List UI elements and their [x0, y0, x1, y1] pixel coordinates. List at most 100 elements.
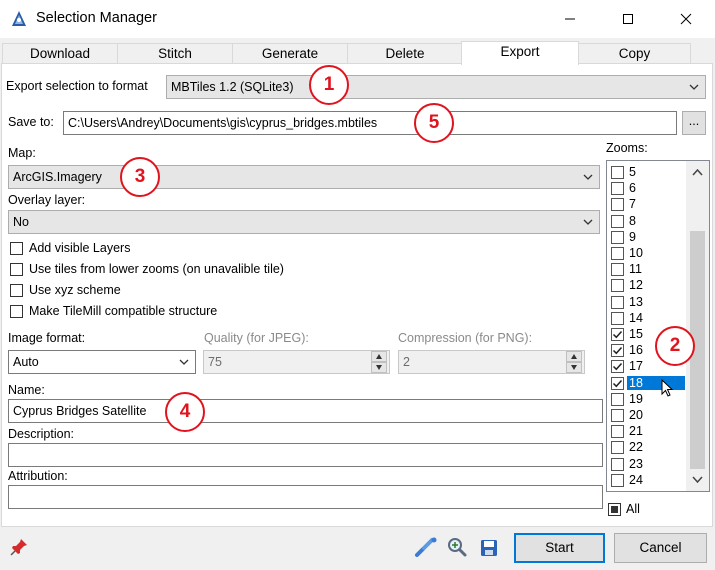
zooms-scrollbar[interactable] [686, 161, 709, 491]
zoom-item-12[interactable]: 12 [607, 277, 687, 293]
overlay-value: No [13, 215, 29, 229]
zoom-checkbox[interactable] [611, 473, 624, 487]
zoom-item-label: 7 [629, 197, 636, 212]
zoom-item-22[interactable]: 22 [607, 439, 687, 455]
overlay-select[interactable]: No [8, 210, 600, 234]
zoom-item-14[interactable]: 14 [607, 310, 687, 326]
quality-stepper[interactable] [371, 351, 387, 373]
name-input[interactable]: Cyprus Bridges Satellite [8, 399, 603, 423]
title-bar[interactable]: Selection Manager [0, 0, 715, 38]
save-icon[interactable] [479, 538, 499, 558]
zoom-checkbox[interactable] [611, 328, 624, 341]
tab-download[interactable]: Download [2, 43, 118, 64]
quality-down-button[interactable] [371, 362, 387, 373]
start-button[interactable]: Start [514, 533, 605, 563]
export-format-select[interactable]: MBTiles 1.2 (SQLite3) [166, 75, 706, 99]
checkbox-box[interactable] [608, 503, 621, 516]
zoom-item-13[interactable]: 13 [607, 294, 687, 310]
checkbox-box[interactable] [10, 305, 23, 318]
zoom-item-10[interactable]: 10 [607, 245, 687, 261]
zoom-item-6[interactable]: 6 [607, 180, 687, 196]
checkbox-box[interactable] [10, 263, 23, 276]
tilemill-structure-checkbox[interactable]: Make TileMill compatible structure [10, 304, 310, 320]
quality-label: Quality (for JPEG): [204, 331, 309, 345]
zoom-checkbox[interactable] [611, 409, 624, 422]
zoom-item-7[interactable]: 7 [607, 196, 687, 212]
zoom-item-11[interactable]: 11 [607, 261, 687, 277]
zoom-checkbox[interactable] [611, 425, 624, 439]
export-format-value: MBTiles 1.2 (SQLite3) [171, 80, 294, 94]
compression-down-button[interactable] [566, 362, 582, 373]
zoom-checkbox[interactable] [611, 441, 624, 455]
tab-generate[interactable]: Generate [232, 43, 348, 64]
zoom-checkbox[interactable] [611, 295, 624, 309]
zoom-item-23[interactable]: 23 [607, 456, 687, 472]
zoom-item-label: 9 [629, 229, 636, 244]
zoom-item-label: 17 [629, 359, 643, 374]
option-label: Make TileMill compatible structure [29, 304, 218, 318]
zoom-item-label: 18 [627, 375, 685, 390]
maximize-button[interactable] [599, 0, 657, 38]
zoom-checkbox[interactable] [611, 182, 624, 196]
app-logo-icon [12, 11, 26, 26]
checkbox-box[interactable] [10, 242, 23, 255]
quality-input[interactable]: 75 [203, 350, 390, 374]
zoom-checkbox[interactable] [611, 279, 624, 293]
quality-up-button[interactable] [371, 351, 387, 362]
zoom-checkbox[interactable] [611, 198, 624, 212]
zoom-checkbox[interactable] [611, 376, 624, 390]
description-input[interactable] [8, 443, 603, 467]
compression-stepper[interactable] [566, 351, 582, 373]
link-tool-icon[interactable] [414, 537, 438, 559]
attribution-label: Attribution: [8, 469, 68, 483]
chevron-up-icon [692, 168, 703, 176]
checkbox-box[interactable] [10, 284, 23, 297]
image-format-select[interactable]: Auto [8, 350, 196, 374]
pin-icon[interactable] [9, 537, 29, 557]
browse-button[interactable]: ... [682, 111, 706, 135]
zoom-checkbox[interactable] [611, 457, 624, 471]
zoom-checkbox[interactable] [611, 311, 624, 325]
tab-copy[interactable]: Copy [578, 43, 691, 64]
use-lower-zoom-tiles-checkbox[interactable]: Use tiles from lower zooms (on unavalibl… [10, 262, 330, 278]
zoom-item-5[interactable]: 5 [607, 164, 687, 180]
zoom-item-19[interactable]: 19 [607, 391, 687, 407]
zoom-checkbox[interactable] [611, 263, 624, 277]
compression-up-button[interactable] [566, 351, 582, 362]
attribution-input[interactable] [8, 485, 603, 509]
map-select[interactable]: ArcGIS.Imagery [8, 165, 600, 189]
zoom-item-9[interactable]: 9 [607, 229, 687, 245]
compression-input[interactable]: 2 [398, 350, 585, 374]
export-format-label: Export selection to format [6, 79, 148, 93]
save-to-value: C:\Users\Andrey\Documents\gis\cyprus_bri… [68, 116, 378, 130]
zoom-checkbox[interactable] [611, 344, 624, 358]
option-label: Add visible Layers [29, 241, 131, 255]
zoom-checkbox[interactable] [611, 392, 624, 406]
checkmark-icon [612, 379, 623, 387]
zoom-item-8[interactable]: 8 [607, 213, 687, 229]
zoom-checkbox[interactable] [611, 247, 624, 260]
add-visible-layers-checkbox[interactable]: Add visible Layers [10, 241, 310, 257]
tab-export[interactable]: Export [461, 41, 579, 65]
close-button[interactable] [657, 0, 715, 38]
minimize-button[interactable] [541, 0, 599, 38]
name-value: Cyprus Bridges Satellite [13, 404, 147, 418]
zoom-item-20[interactable]: 20 [607, 407, 687, 423]
all-zooms-checkbox[interactable]: All [608, 502, 658, 518]
zoom-item-18[interactable]: 18 [607, 375, 687, 391]
chevron-down-icon [583, 174, 593, 180]
zoom-item-24[interactable]: 24 [607, 472, 687, 488]
zoom-checkbox[interactable] [611, 360, 624, 374]
zoom-checkbox[interactable] [611, 166, 624, 179]
zoom-checkbox[interactable] [611, 214, 624, 228]
tab-stitch[interactable]: Stitch [117, 43, 233, 64]
use-xyz-scheme-checkbox[interactable]: Use xyz scheme [10, 283, 310, 299]
zoom-checkbox[interactable] [611, 230, 624, 244]
zoom-item-21[interactable]: 21 [607, 423, 687, 439]
zoom-item-label: 6 [629, 181, 636, 196]
zoom-item-label: 20 [629, 408, 643, 422]
zoom-search-icon[interactable] [446, 536, 468, 558]
tab-delete[interactable]: Delete [347, 43, 463, 64]
cancel-button[interactable]: Cancel [614, 533, 707, 563]
save-to-input[interactable]: C:\Users\Andrey\Documents\gis\cyprus_bri… [63, 111, 677, 135]
